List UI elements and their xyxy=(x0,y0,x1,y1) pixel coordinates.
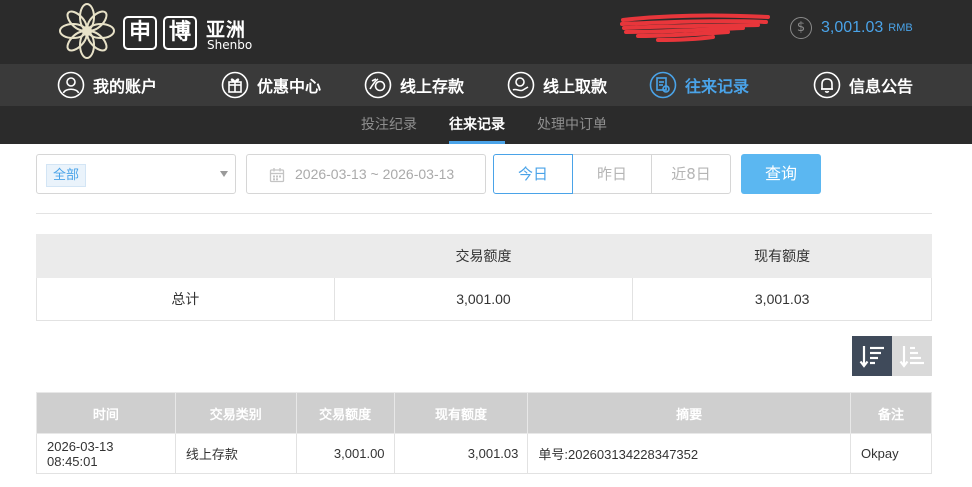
quick-date-buttons: 今日 昨日 近8日 xyxy=(493,154,731,194)
nav-label: 线上取款 xyxy=(543,77,608,96)
nav-my-account[interactable]: 我的账户 xyxy=(57,69,157,101)
summary-header-current-amount: 现有额度 xyxy=(632,234,932,278)
subnav-transaction-records[interactable]: 往来记录 xyxy=(449,106,505,144)
date-range-text: 2026-03-13 ~ 2026-03-13 xyxy=(295,166,455,182)
main-nav: 我的账户 优惠中心 线上存款 线上取款 往来记录 信息公告 xyxy=(0,64,972,106)
query-button[interactable]: 查询 xyxy=(741,154,821,194)
summary-current-amount: 3,001.03 xyxy=(632,277,932,321)
sort-descending-button[interactable] xyxy=(852,336,892,376)
summary-total-row: 总计 3,001.00 3,001.03 xyxy=(36,277,932,321)
summary-header-trade-amount: 交易额度 xyxy=(333,234,634,278)
nav-label: 线上存款 xyxy=(400,77,465,96)
cell-amount: 3,001.00 xyxy=(295,433,395,474)
logo-english-name: Shenbo xyxy=(207,38,253,52)
summary-header-row: 交易额度 现有额度 xyxy=(36,234,932,278)
brand-logo[interactable]: 申 博 亚洲 Shenbo xyxy=(56,2,256,60)
type-select[interactable]: 全部 xyxy=(36,154,236,194)
sort-ascending-icon xyxy=(899,346,924,368)
col-header-summary: 摘要 xyxy=(527,392,851,434)
sort-descending-icon xyxy=(859,346,884,368)
balance-currency: RMB xyxy=(888,22,913,34)
filter-divider xyxy=(36,213,932,214)
nav-label: 往来记录 xyxy=(685,77,750,96)
bell-icon xyxy=(813,71,841,99)
deposit-icon xyxy=(364,71,392,99)
summary-trade-amount: 3,001.00 xyxy=(333,277,634,321)
user-icon xyxy=(57,71,85,99)
cell-summary: 单号:202603134228347352 xyxy=(527,433,851,474)
cell-type: 线上存款 xyxy=(174,433,297,474)
nav-online-withdraw[interactable]: 线上取款 xyxy=(507,69,607,101)
logo-char-2: 博 xyxy=(163,16,197,50)
col-header-note: 备注 xyxy=(850,392,932,434)
today-button[interactable]: 今日 xyxy=(493,154,573,194)
nav-promotions[interactable]: 优惠中心 xyxy=(221,69,321,101)
col-header-time: 时间 xyxy=(36,392,176,434)
dropdown-arrow-icon xyxy=(220,171,228,177)
nav-label: 优惠中心 xyxy=(257,77,322,96)
nav-announcements[interactable]: 信息公告 xyxy=(813,69,913,101)
table-header-row: 时间 交易类别 交易额度 现有额度 摘要 备注 xyxy=(36,392,932,434)
col-header-amount: 交易额度 xyxy=(295,392,395,434)
summary-header-blank xyxy=(36,234,335,278)
subnav-pending-orders[interactable]: 处理中订单 xyxy=(537,106,607,144)
balance-amount: 3,001.03 xyxy=(821,19,884,36)
summary-total-label: 总计 xyxy=(36,277,335,321)
cell-time: 2026-03-13 08:45:01 xyxy=(36,433,176,474)
col-header-balance: 现有额度 xyxy=(393,392,529,434)
calendar-icon xyxy=(269,168,285,183)
sub-nav: 投注纪录 往来记录 处理中订单 xyxy=(0,106,972,144)
records-icon xyxy=(649,71,677,99)
top-header: 申 博 亚洲 Shenbo $ 3,001.03 RMB xyxy=(0,0,972,64)
yesterday-button[interactable]: 昨日 xyxy=(572,154,652,194)
nav-label: 信息公告 xyxy=(849,77,914,96)
date-range-picker[interactable]: 2026-03-13 ~ 2026-03-13 xyxy=(246,154,486,194)
subnav-bet-records[interactable]: 投注纪录 xyxy=(361,106,417,144)
nav-records[interactable]: 往来记录 xyxy=(649,69,749,101)
transaction-table: 时间 交易类别 交易额度 现有额度 摘要 备注 2026-03-13 08:45… xyxy=(36,392,932,474)
nav-online-deposit[interactable]: 线上存款 xyxy=(364,69,464,101)
table-row: 2026-03-13 08:45:01 线上存款 3,001.00 3,001.… xyxy=(36,433,932,474)
flower-logo-icon xyxy=(59,3,115,59)
gift-icon xyxy=(221,71,249,99)
cell-note: Okpay xyxy=(850,433,932,474)
summary-table: 交易额度 现有额度 总计 3,001.00 3,001.03 xyxy=(36,234,932,321)
dollar-coin-icon: $ xyxy=(790,17,812,39)
col-header-type: 交易类别 xyxy=(174,392,297,434)
redacted-username xyxy=(620,13,770,42)
logo-char-1: 申 xyxy=(123,16,157,50)
selected-type-tag: 全部 xyxy=(46,164,87,187)
withdraw-icon xyxy=(507,71,535,99)
nav-label: 我的账户 xyxy=(93,77,158,96)
cell-balance: 3,001.03 xyxy=(393,433,529,474)
account-balance: $ 3,001.03 RMB xyxy=(790,16,913,40)
last-8-days-button[interactable]: 近8日 xyxy=(651,154,731,194)
sort-ascending-button[interactable] xyxy=(892,336,932,376)
